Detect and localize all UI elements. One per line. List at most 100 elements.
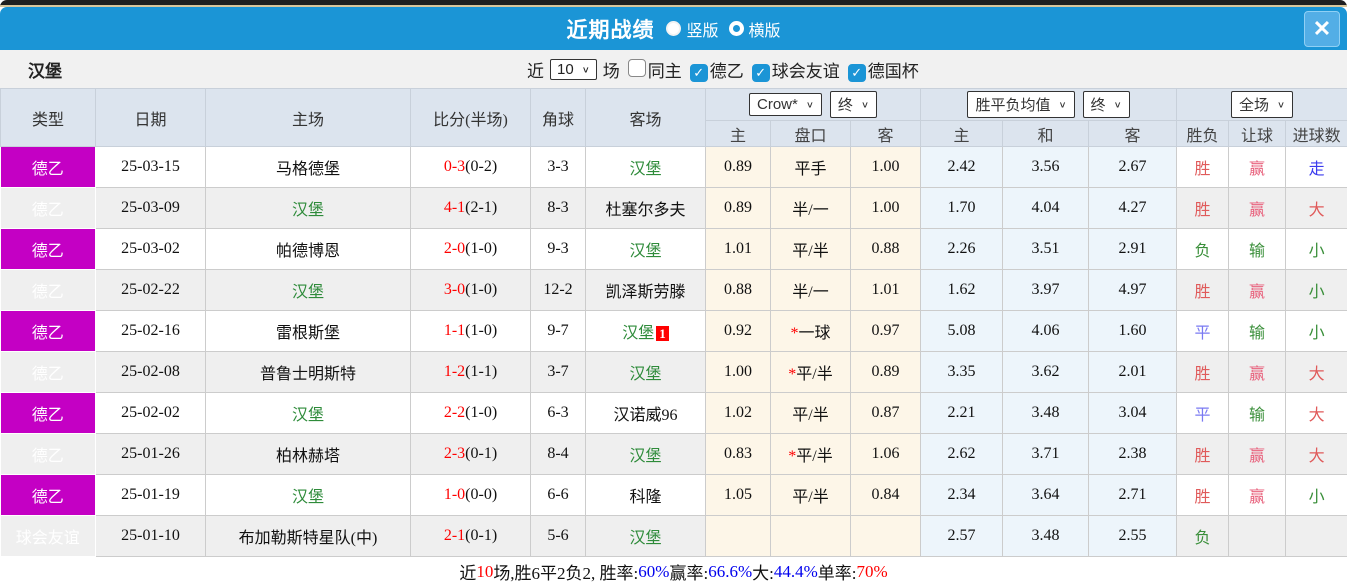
away-team-cell[interactable]: 汉堡 bbox=[585, 515, 706, 557]
chevron-down-icon: ∨ bbox=[1113, 100, 1122, 110]
handicap-result-cell: 赢 bbox=[1228, 146, 1287, 188]
handicap-result-cell: 赢 bbox=[1228, 433, 1287, 475]
home-team-cell[interactable]: 汉堡 bbox=[205, 392, 411, 434]
league-badge: 德乙 bbox=[0, 146, 96, 188]
avg-selects-header: 胜平负均值 ∨ 终 ∨ bbox=[920, 88, 1178, 121]
home-team-cell[interactable]: 马格德堡 bbox=[205, 146, 411, 188]
checkbox-label[interactable]: 德乙 bbox=[710, 62, 744, 81]
filter-checkboxes: 同主 ✓ 德乙 ✓ 球会友谊 ✓ 德国杯 bbox=[620, 57, 919, 82]
away-team-cell[interactable]: 汉堡 bbox=[585, 433, 706, 475]
avg-home-cell: 1.62 bbox=[920, 269, 1004, 311]
avg-draw-cell: 3.48 bbox=[1002, 515, 1090, 557]
away-team-cell[interactable]: 汉诺威96 bbox=[585, 392, 706, 434]
horizontal-layout-label[interactable]: 横版 bbox=[749, 17, 781, 41]
sub-header: 和 bbox=[1002, 120, 1090, 147]
handicap-cell: 半/一 bbox=[770, 187, 851, 229]
table-row: 德乙 25-03-09 汉堡 4-1(2-1) 8-3 杜塞尔多夫 0.89 半… bbox=[0, 187, 1347, 229]
odds-home-cell: 1.02 bbox=[705, 392, 771, 434]
odds-away-cell: 0.87 bbox=[849, 392, 922, 434]
vertical-layout-label[interactable]: 竖版 bbox=[686, 17, 718, 41]
avg-away-cell: 2.91 bbox=[1088, 228, 1178, 270]
vertical-layout-radio[interactable] bbox=[666, 21, 682, 36]
checkbox-label[interactable]: 球会友谊 bbox=[772, 62, 840, 81]
home-team-cell[interactable]: 雷根斯堡 bbox=[205, 310, 411, 352]
date-cell: 25-01-26 bbox=[95, 433, 206, 475]
handicap-cell: 平/半 bbox=[770, 228, 851, 270]
avg-time-select[interactable]: 终 ∨ bbox=[1082, 91, 1130, 118]
games-label: 场 bbox=[602, 61, 620, 81]
odds-away-cell: 0.89 bbox=[849, 351, 922, 393]
date-cell: 25-02-16 bbox=[95, 310, 206, 352]
odds-away-cell bbox=[849, 515, 922, 557]
date-cell: 25-01-10 bbox=[95, 515, 206, 557]
col-header-corners: 角球 bbox=[530, 88, 586, 147]
col-header-away: 客场 bbox=[585, 88, 706, 147]
checkbox-label[interactable]: 同主 bbox=[648, 62, 682, 81]
league-badge: 德乙 bbox=[0, 351, 96, 393]
handicap-cell: 平/半 bbox=[770, 474, 851, 516]
sub-header: 胜负 bbox=[1176, 120, 1230, 147]
avg-draw-cell: 3.97 bbox=[1002, 269, 1090, 311]
away-team-cell[interactable]: 杜塞尔多夫 bbox=[585, 187, 706, 229]
summary-segment: 70% bbox=[856, 561, 888, 581]
dialog-top-edge bbox=[0, 0, 1347, 7]
home-team-cell[interactable]: 普鲁士明斯特 bbox=[205, 351, 411, 393]
score-cell: 1-0(0-0) bbox=[410, 474, 531, 516]
score-cell: 1-2(1-1) bbox=[410, 351, 531, 393]
checkbox-德国杯[interactable]: ✓ bbox=[847, 63, 866, 82]
checkbox-球会友谊[interactable]: ✓ bbox=[751, 63, 770, 82]
away-team-cell[interactable]: 汉堡 bbox=[585, 146, 706, 188]
odds-home-cell: 0.89 bbox=[705, 187, 771, 229]
corners-cell: 3-7 bbox=[530, 351, 586, 393]
handicap-cell: 平/半 bbox=[770, 392, 851, 434]
avg-metric-select[interactable]: 胜平负均值 ∨ bbox=[967, 91, 1075, 118]
odds-company-select[interactable]: Crow* ∨ bbox=[749, 93, 822, 116]
table-row: 球会友谊 25-01-10 布加勒斯特星队(中) 2-1(0-1) 5-6 汉堡… bbox=[0, 515, 1347, 557]
avg-home-cell: 5.08 bbox=[920, 310, 1004, 352]
col-header-score: 比分(半场) bbox=[410, 88, 531, 147]
home-team-cell[interactable]: 柏林赫塔 bbox=[205, 433, 411, 475]
home-team-cell[interactable]: 布加勒斯特星队(中) bbox=[205, 515, 411, 557]
avg-away-cell: 4.97 bbox=[1088, 269, 1178, 311]
avg-away-cell: 2.71 bbox=[1088, 474, 1178, 516]
chevron-down-icon: ∨ bbox=[1058, 100, 1067, 110]
date-cell: 25-03-15 bbox=[95, 146, 206, 188]
checkbox-label[interactable]: 德国杯 bbox=[868, 62, 919, 81]
recent-count-select[interactable]: 10 ∨ bbox=[550, 58, 597, 80]
home-team-cell[interactable]: 汉堡 bbox=[205, 187, 411, 229]
table-row: 德乙 25-02-02 汉堡 2-2(1-0) 6-3 汉诺威96 1.02 平… bbox=[0, 392, 1347, 434]
odds-home-cell: 0.83 bbox=[705, 433, 771, 475]
score-cell: 2-3(0-1) bbox=[410, 433, 531, 475]
close-icon[interactable]: ✕ bbox=[1304, 10, 1340, 47]
away-team-cell[interactable]: 汉堡 bbox=[585, 228, 706, 270]
goal-scope-select[interactable]: 全场 ∨ bbox=[1231, 91, 1294, 118]
odds-home-cell: 0.88 bbox=[705, 269, 771, 311]
date-cell: 25-02-08 bbox=[95, 351, 206, 393]
corners-cell: 8-3 bbox=[530, 187, 586, 229]
odds-time-select[interactable]: 终 ∨ bbox=[829, 91, 877, 118]
away-team-cell[interactable]: 科隆 bbox=[585, 474, 706, 516]
odds-away-cell: 0.97 bbox=[849, 310, 922, 352]
summary-segment: 赢率: bbox=[669, 564, 709, 583]
home-team-cell[interactable]: 汉堡 bbox=[205, 474, 411, 516]
home-team-cell[interactable]: 汉堡 bbox=[205, 269, 411, 311]
outcome-cell: 胜 bbox=[1176, 146, 1230, 188]
recent-results-dialog: 近期战绩 竖版 横版 ✕ 汉堡 近 10 ∨ 场 同主 ✓ 德乙 ✓ 球会友谊 ✓ 德国杯 bbox=[0, 0, 1347, 586]
away-team-cell[interactable]: 凯泽斯劳滕 bbox=[585, 269, 706, 311]
away-team-cell[interactable]: 汉堡 bbox=[585, 351, 706, 393]
filter-bar: 汉堡 近 10 ∨ 场 同主 ✓ 德乙 ✓ 球会友谊 ✓ 德国杯 bbox=[0, 50, 1347, 88]
away-team-cell[interactable]: 汉堡 1 bbox=[585, 310, 706, 352]
checkbox-同主[interactable] bbox=[627, 58, 646, 77]
table-row: 德乙 25-02-08 普鲁士明斯特 1-2(1-1) 3-7 汉堡 1.00 … bbox=[0, 351, 1347, 393]
checkbox-德乙[interactable]: ✓ bbox=[689, 63, 708, 82]
handicap-result-cell: 赢 bbox=[1228, 474, 1287, 516]
avg-home-cell: 2.57 bbox=[920, 515, 1004, 557]
avg-home-cell: 2.21 bbox=[920, 392, 1004, 434]
handicap-result-cell bbox=[1228, 515, 1287, 557]
goals-result-cell: 大 bbox=[1285, 351, 1347, 393]
handicap-cell bbox=[770, 515, 851, 557]
home-team-cell[interactable]: 帕德博恩 bbox=[205, 228, 411, 270]
outcome-cell: 胜 bbox=[1176, 474, 1230, 516]
horizontal-layout-radio[interactable] bbox=[728, 21, 744, 36]
table-row: 德乙 25-03-02 帕德博恩 2-0(1-0) 9-3 汉堡 1.01 平/… bbox=[0, 228, 1347, 270]
